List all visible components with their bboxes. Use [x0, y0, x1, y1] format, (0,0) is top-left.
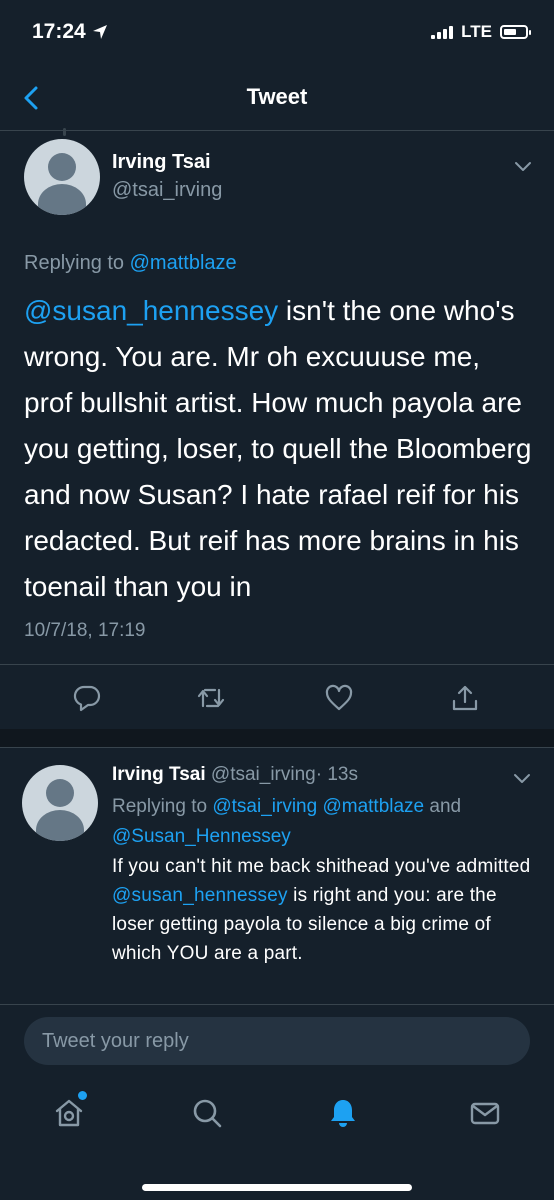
nav-bar: Tweet	[0, 66, 554, 131]
tweet-text-body: isn't the one who's wrong. You are. Mr o…	[24, 295, 532, 602]
action-bar	[0, 664, 554, 730]
home-icon[interactable]	[52, 1096, 86, 1130]
page-title: Tweet	[246, 84, 308, 109]
reply-text: If you can't hit me back shithead you've…	[112, 852, 532, 968]
status-bar: 17:24 LTE	[0, 0, 554, 66]
status-right: LTE	[431, 22, 531, 42]
tab-bar	[0, 1076, 554, 1200]
reply-text-part: If you can't hit me back shithead you've…	[112, 856, 531, 877]
reply-header: Irving Tsai @tsai_irving· 13s	[112, 764, 358, 786]
replying-to: Replying to @mattblaze	[24, 252, 237, 275]
signal-icon	[431, 25, 454, 39]
reply-input[interactable]	[24, 1017, 530, 1065]
network-label: LTE	[461, 22, 492, 41]
search-icon[interactable]	[190, 1096, 224, 1130]
replying-and: and	[429, 796, 462, 817]
retweet-icon[interactable]	[196, 683, 226, 713]
location-arrow-icon	[93, 25, 107, 39]
share-icon[interactable]	[450, 683, 480, 713]
mention-link[interactable]: @mattblaze	[130, 252, 237, 274]
tweet-text: @susan_hennessey isn't the one who's wro…	[24, 288, 534, 610]
avatar[interactable]	[22, 765, 98, 841]
mention-link[interactable]: @tsai_irving	[212, 796, 317, 817]
notification-dot	[78, 1091, 87, 1100]
reply-icon[interactable]	[72, 683, 102, 713]
battery-icon	[500, 25, 531, 39]
home-indicator[interactable]	[142, 1184, 412, 1191]
mention-link[interactable]: @susan_hennessey	[112, 885, 288, 906]
status-time: 17:24	[32, 20, 86, 43]
avatar[interactable]	[24, 139, 100, 215]
author-handle[interactable]: @tsai_irving	[112, 179, 222, 202]
author-handle[interactable]: @tsai_irving	[211, 764, 316, 785]
author-name[interactable]: Irving Tsai	[112, 151, 211, 174]
notifications-icon[interactable]	[326, 1096, 360, 1130]
compose-bar	[0, 1004, 554, 1077]
replying-prefix: Replying to	[112, 796, 208, 817]
mention-link[interactable]: @Susan_Hennessey	[112, 826, 291, 847]
reply-tweet[interactable]: Irving Tsai @tsai_irving· 13s Replying t…	[0, 748, 554, 1004]
like-icon[interactable]	[324, 683, 354, 713]
messages-icon[interactable]	[468, 1096, 502, 1130]
author-name[interactable]: Irving Tsai	[112, 764, 206, 785]
chevron-down-icon[interactable]	[513, 160, 533, 174]
mention-link[interactable]: @susan_hennessey	[24, 295, 278, 326]
thread-line	[63, 128, 66, 136]
chevron-down-icon[interactable]	[512, 772, 532, 786]
tweet-timestamp: 10/7/18, 17:19	[24, 620, 146, 641]
section-divider	[0, 729, 554, 748]
mention-link[interactable]: @mattblaze	[322, 796, 424, 817]
replying-prefix: Replying to	[24, 252, 125, 274]
reply-time: · 13s	[315, 764, 358, 785]
replying-to: Replying to @tsai_irving @mattblaze and …	[112, 792, 512, 852]
